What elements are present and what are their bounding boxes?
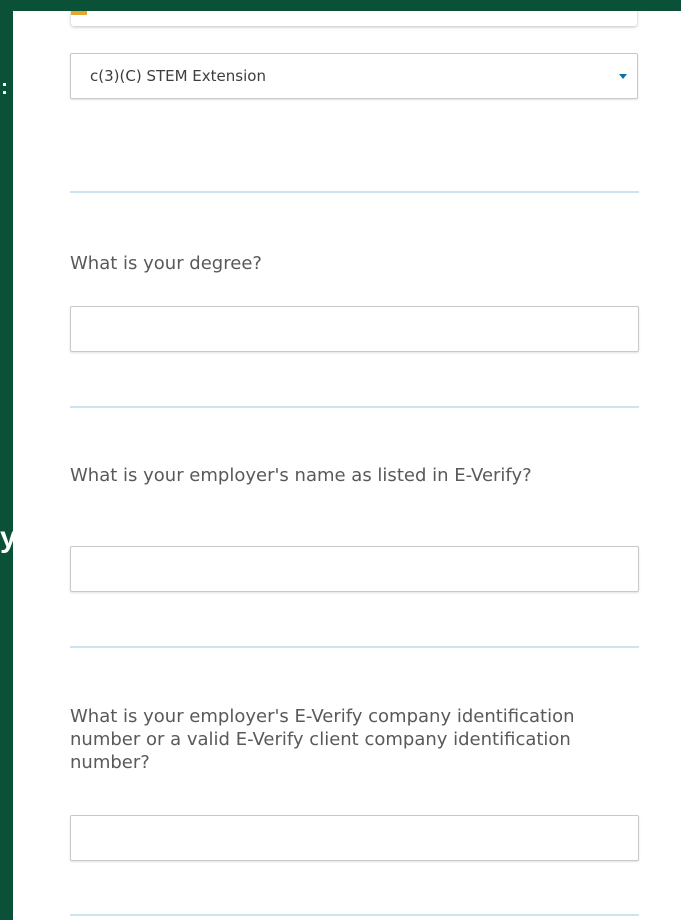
chevron-down-icon[interactable] <box>619 74 627 79</box>
employer-name-input[interactable] <box>70 546 639 592</box>
section-divider <box>70 191 639 193</box>
company-id-question-label: What is your employer's E-Verify company… <box>70 706 575 773</box>
company-id-input[interactable] <box>70 815 639 861</box>
eligibility-category-value: c(3)(C) STEM Extension <box>90 67 266 85</box>
section-divider <box>70 646 639 648</box>
partial-colon-text: : <box>1 76 8 99</box>
previous-field-marker <box>71 11 87 15</box>
section-divider <box>70 914 639 916</box>
section-divider <box>70 406 639 408</box>
eligibility-category-select[interactable]: c(3)(C) STEM Extension <box>70 53 638 99</box>
form-panel: c(3)(C) STEM Extension What is your degr… <box>13 11 681 920</box>
degree-question-label: What is your degree? <box>70 253 262 274</box>
previous-field[interactable] <box>71 11 637 26</box>
employer-name-question-label: What is your employer's name as listed i… <box>70 465 532 486</box>
degree-input[interactable] <box>70 306 639 352</box>
